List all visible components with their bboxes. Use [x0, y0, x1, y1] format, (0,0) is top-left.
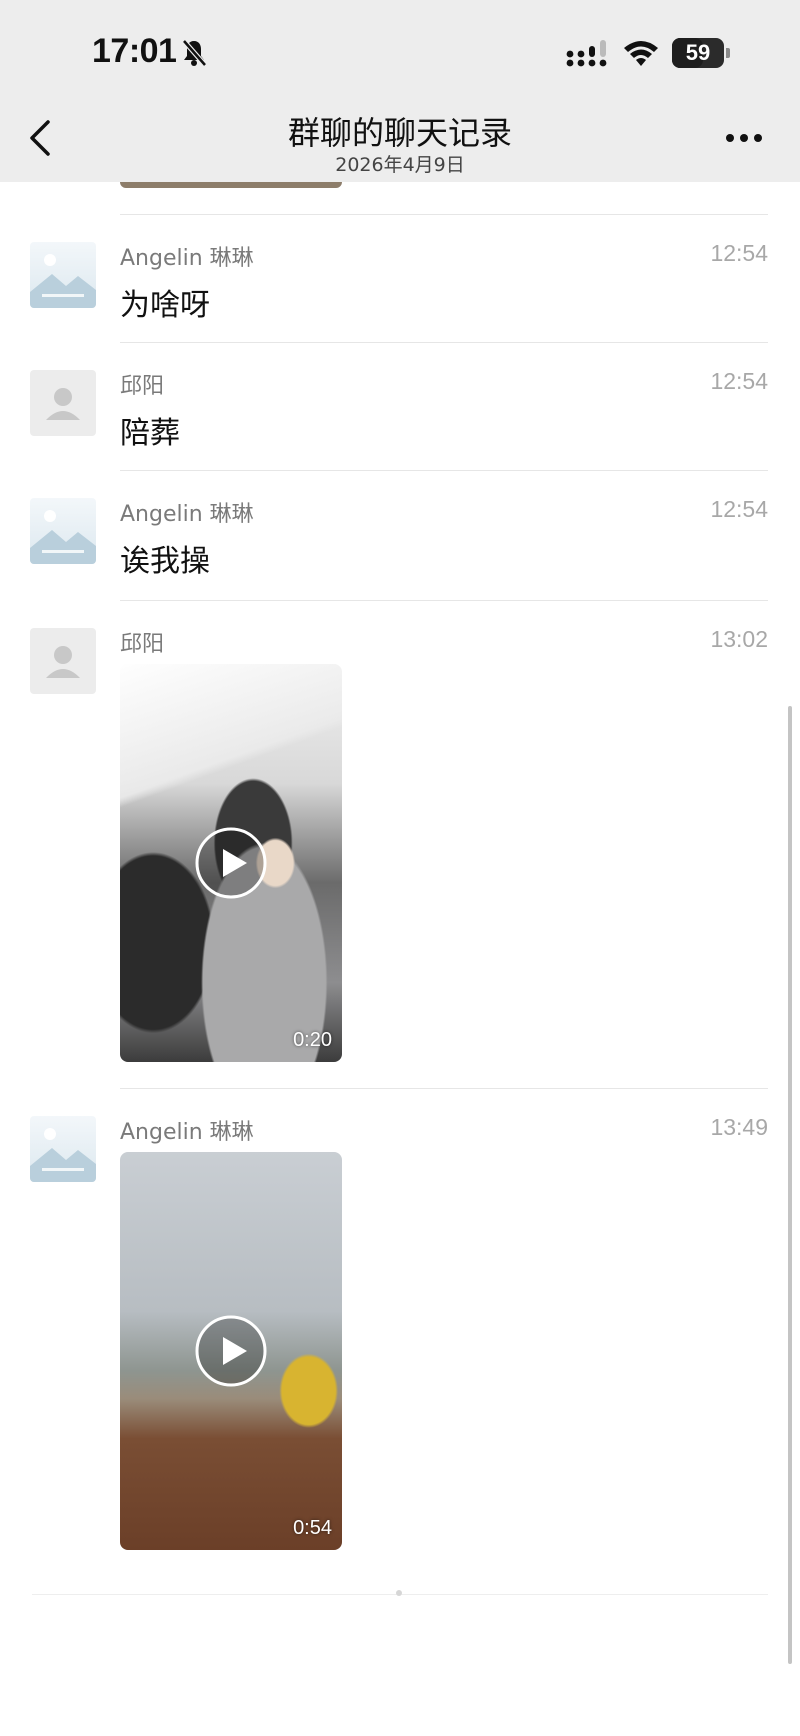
- video-duration: 0:54: [293, 1517, 332, 1539]
- person-placeholder-avatar[interactable]: [30, 628, 96, 694]
- message-text: 为啥呀: [120, 288, 210, 323]
- message-divider: [120, 342, 768, 343]
- person-icon: [46, 646, 80, 678]
- bell-slash-icon: [182, 39, 207, 67]
- message-divider: [120, 1088, 768, 1089]
- page-subtitle-date: 2026年4月9日: [335, 154, 465, 176]
- person-icon: [46, 388, 80, 420]
- top-bar: 17:01 59 群聊的聊天记录 2026年4月9日: [0, 0, 800, 182]
- landscape-avatar[interactable]: [30, 242, 96, 308]
- cellular-signal-icon: [566, 40, 607, 67]
- message-time: 12:54: [710, 240, 768, 266]
- status-time: 17:01: [92, 32, 177, 70]
- message-time: 13:02: [710, 626, 768, 652]
- landscape-image-icon: [30, 254, 96, 308]
- sender-name: Angelin 琳琳: [120, 1120, 254, 1145]
- message-divider: [120, 470, 768, 471]
- message-time: 12:54: [710, 368, 768, 394]
- message-time: 13:49: [710, 1114, 768, 1140]
- sender-name: 邱阳: [120, 632, 165, 657]
- landscape-image-icon: [30, 510, 96, 564]
- message-time: 12:54: [710, 496, 768, 522]
- sender-name: Angelin 琳琳: [120, 502, 254, 527]
- wifi-icon: [624, 41, 658, 66]
- message-text: 陪葬: [120, 416, 180, 451]
- sender-name: 邱阳: [120, 374, 165, 399]
- video-thumbnail[interactable]: 0:54: [120, 1152, 342, 1550]
- sender-name: Angelin 琳琳: [120, 246, 254, 271]
- page-title: 群聊的聊天记录: [287, 114, 512, 152]
- landscape-avatar[interactable]: [30, 498, 96, 564]
- video-thumbnail[interactable]: 0:20: [120, 664, 342, 1062]
- video-duration: 0:20: [293, 1029, 332, 1051]
- more-options-icon[interactable]: [724, 132, 764, 144]
- list-end-dot: [396, 1590, 402, 1596]
- battery-tip: [726, 48, 730, 58]
- landscape-avatar[interactable]: [30, 1116, 96, 1182]
- message-divider: [120, 600, 768, 601]
- play-icon[interactable]: [194, 826, 268, 900]
- battery-indicator: 59: [672, 38, 724, 68]
- message-text: 诶我操: [120, 544, 210, 579]
- message-divider: [120, 214, 768, 215]
- battery-level: 59: [685, 40, 711, 65]
- person-placeholder-avatar[interactable]: [30, 370, 96, 436]
- play-icon[interactable]: [194, 1314, 268, 1388]
- landscape-image-icon: [30, 1128, 96, 1182]
- scrollbar[interactable]: [788, 706, 792, 1664]
